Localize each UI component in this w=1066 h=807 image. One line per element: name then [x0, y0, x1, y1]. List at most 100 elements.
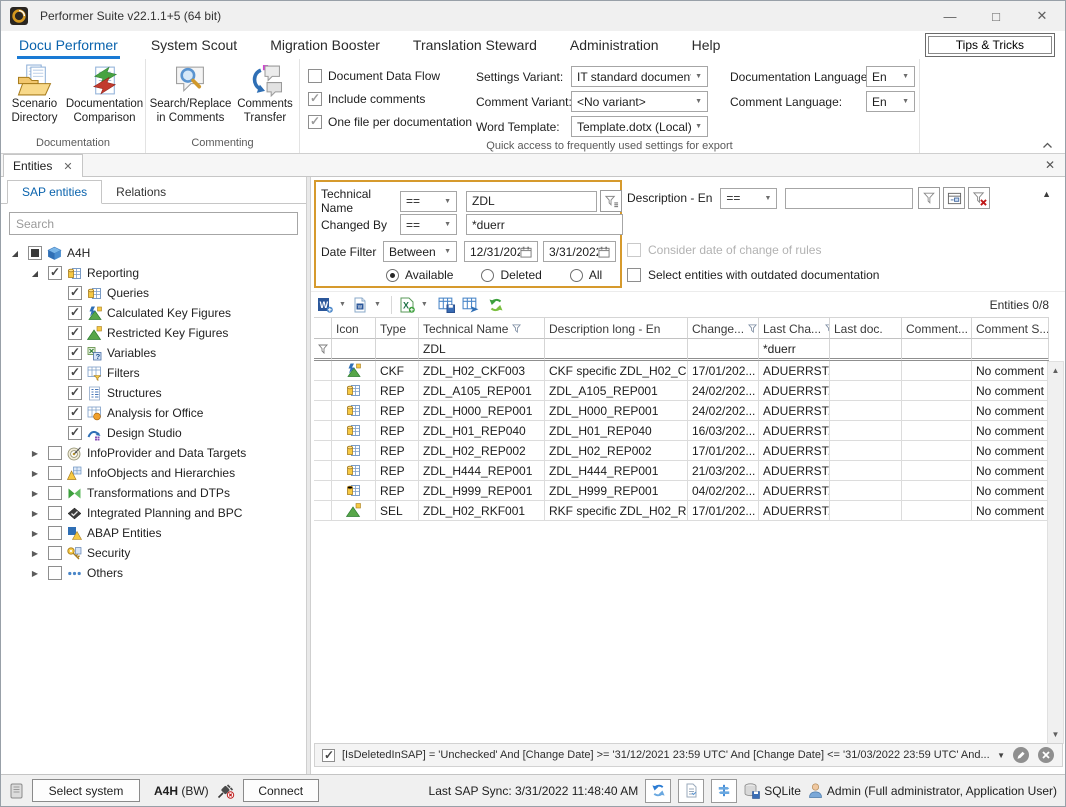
checkbox-icon[interactable]: [308, 69, 322, 83]
expand-collapse-icon[interactable]: ▶: [27, 509, 43, 518]
tree-checkbox[interactable]: [68, 406, 82, 420]
filter-cell-comment[interactable]: [902, 339, 972, 361]
edit-filter-button[interactable]: [1012, 746, 1030, 764]
documentation-language-select[interactable]: En ▼: [866, 66, 915, 87]
collapse-filter-panel-icon[interactable]: ▲: [1042, 189, 1051, 199]
filter-cell-icon[interactable]: [332, 339, 376, 361]
radio-all[interactable]: All: [570, 268, 602, 282]
chevron-down-icon[interactable]: ▼: [997, 751, 1005, 760]
description-input[interactable]: [785, 188, 913, 209]
chevron-down-icon[interactable]: ▼: [374, 301, 381, 308]
entity-row[interactable]: REP ZDL_H999_REP001 ZDL_H999_REP001 04/0…: [314, 481, 1049, 501]
minimize-button[interactable]: —: [927, 1, 973, 31]
header-comment[interactable]: Comment...: [902, 317, 972, 339]
tree-item-structures[interactable]: Structures: [1, 383, 306, 403]
filter-cell-last-doc[interactable]: [830, 339, 902, 361]
header-description[interactable]: Description long - En: [545, 317, 688, 339]
outdated-doc-checkbox[interactable]: [627, 268, 641, 282]
tree-item-others[interactable]: ▶ Others: [1, 563, 306, 583]
tree-checkbox[interactable]: [68, 326, 82, 340]
entity-row[interactable]: REP ZDL_A105_REP001 ZDL_A105_REP001 24/0…: [314, 381, 1049, 401]
tree-item-design-studio[interactable]: Design Studio: [1, 423, 306, 443]
tree-checkbox[interactable]: [48, 466, 62, 480]
expand-collapse-icon[interactable]: ▶: [27, 529, 43, 538]
tab-migration-booster[interactable]: Migration Booster: [270, 31, 380, 59]
radio-icon[interactable]: [386, 269, 399, 282]
description-operator-select[interactable]: == ▼: [720, 188, 777, 209]
date-to-input[interactable]: 3/31/2022: [543, 241, 616, 262]
apply-filter-button[interactable]: [918, 187, 940, 209]
entity-row[interactable]: CKF ZDL_H02_CKF003 CKF specific ZDL_H02_…: [314, 361, 1049, 381]
filter-cell-description[interactable]: [545, 339, 688, 361]
radio-icon[interactable]: [570, 269, 583, 282]
radio-icon[interactable]: [481, 269, 494, 282]
filter-menu-button[interactable]: [600, 190, 622, 212]
expand-collapse-icon[interactable]: ◢: [7, 249, 23, 258]
word-template-button[interactable]: w: [352, 297, 368, 313]
filter-cell-last-changed[interactable]: *duerr: [759, 339, 830, 361]
tree-item-infoprovider[interactable]: ▶ InfoProvider and Data Targets: [1, 443, 306, 463]
filter-cell-type[interactable]: [376, 339, 419, 361]
tab-administration[interactable]: Administration: [570, 31, 659, 59]
expand-collapse-icon[interactable]: ▶: [27, 549, 43, 558]
tree-item-calculated-key-figures[interactable]: Calculated Key Figures: [1, 303, 306, 323]
technical-name-operator-select[interactable]: == ▼: [400, 191, 457, 212]
header-last-doc[interactable]: Last doc.: [830, 317, 902, 339]
tree-checkbox[interactable]: [48, 506, 62, 520]
comment-language-select[interactable]: En ▼: [866, 91, 915, 112]
close-tab-icon[interactable]: ✕: [63, 160, 72, 173]
expand-collapse-icon[interactable]: ▶: [27, 569, 43, 578]
tree-checkbox[interactable]: [68, 426, 82, 440]
expand-collapse-icon[interactable]: ▶: [27, 489, 43, 498]
tree-checkbox[interactable]: [48, 486, 62, 500]
changed-by-operator-select[interactable]: == ▼: [400, 214, 457, 235]
tree-item-queries[interactable]: Queries: [1, 283, 306, 303]
chevron-down-icon[interactable]: ▼: [339, 301, 346, 308]
changed-by-input[interactable]: [466, 214, 623, 235]
date-from-input[interactable]: 12/31/202: [464, 241, 538, 262]
tree-checkbox[interactable]: [28, 246, 42, 260]
log-document-button[interactable]: [678, 779, 704, 803]
tab-relations[interactable]: Relations: [102, 180, 180, 203]
tree-item-restricted-key-figures[interactable]: Restricted Key Figures: [1, 323, 306, 343]
filter-cell-change-date[interactable]: [688, 339, 759, 361]
tree-checkbox[interactable]: [48, 546, 62, 560]
document-data-flow-checkbox[interactable]: Document Data Flow: [308, 69, 470, 83]
tree-item-infoobjects[interactable]: ▶ InfoObjects and Hierarchies: [1, 463, 306, 483]
tree-checkbox[interactable]: [48, 446, 62, 460]
header-type[interactable]: Type: [376, 317, 419, 339]
documentation-comparison-button[interactable]: Documentation Comparison: [66, 62, 143, 125]
connect-button[interactable]: Connect: [243, 779, 319, 802]
header-change-date[interactable]: Change...: [688, 317, 759, 339]
checkbox-icon[interactable]: [308, 92, 322, 106]
tab-docu-performer[interactable]: Docu Performer: [19, 31, 118, 59]
search-input[interactable]: [9, 212, 298, 235]
header-technical-name[interactable]: Technical Name: [419, 317, 545, 339]
expand-collapse-icon[interactable]: ▶: [27, 469, 43, 478]
word-template-select[interactable]: Template.dotx (Local) ▼: [571, 116, 708, 137]
tree-item-integrated-planning[interactable]: ▶ Integrated Planning and BPC: [1, 503, 306, 523]
tree-item-reporting[interactable]: ◢ Reporting: [1, 263, 306, 283]
tree-item-security[interactable]: ▶ Security: [1, 543, 306, 563]
comments-transfer-button[interactable]: Comments Transfer: [233, 62, 297, 125]
refresh-button[interactable]: [488, 297, 504, 313]
scroll-down-icon[interactable]: ▼: [1052, 726, 1060, 743]
tree-checkbox[interactable]: [68, 386, 82, 400]
tree-item-filters[interactable]: Filters: [1, 363, 306, 383]
tab-sap-entities[interactable]: SAP entities: [7, 180, 102, 204]
tree-checkbox[interactable]: [48, 266, 62, 280]
tree-item-abap-entities[interactable]: ▶ ABAP Entities: [1, 523, 306, 543]
load-grid-layout-button[interactable]: [462, 296, 479, 313]
scenario-directory-button[interactable]: Scenario Directory: [3, 62, 66, 125]
include-comments-checkbox[interactable]: Include comments: [308, 92, 470, 106]
grid-vertical-scrollbar[interactable]: ▲ ▼: [1047, 361, 1064, 744]
tree-checkbox[interactable]: [48, 526, 62, 540]
outdated-doc-row[interactable]: Select entities with outdated documentat…: [627, 268, 879, 282]
tips-tricks-button[interactable]: Tips & Tricks: [925, 33, 1055, 57]
header-comment-status[interactable]: Comment S...: [972, 317, 1049, 339]
maximize-button[interactable]: □: [973, 1, 1019, 31]
settings-variant-select[interactable]: IT standard document... ▼: [571, 66, 708, 87]
clear-filter-button[interactable]: [968, 187, 990, 209]
tree-item-variables[interactable]: ? Variables: [1, 343, 306, 363]
expand-collapse-icon[interactable]: ◢: [27, 269, 43, 278]
